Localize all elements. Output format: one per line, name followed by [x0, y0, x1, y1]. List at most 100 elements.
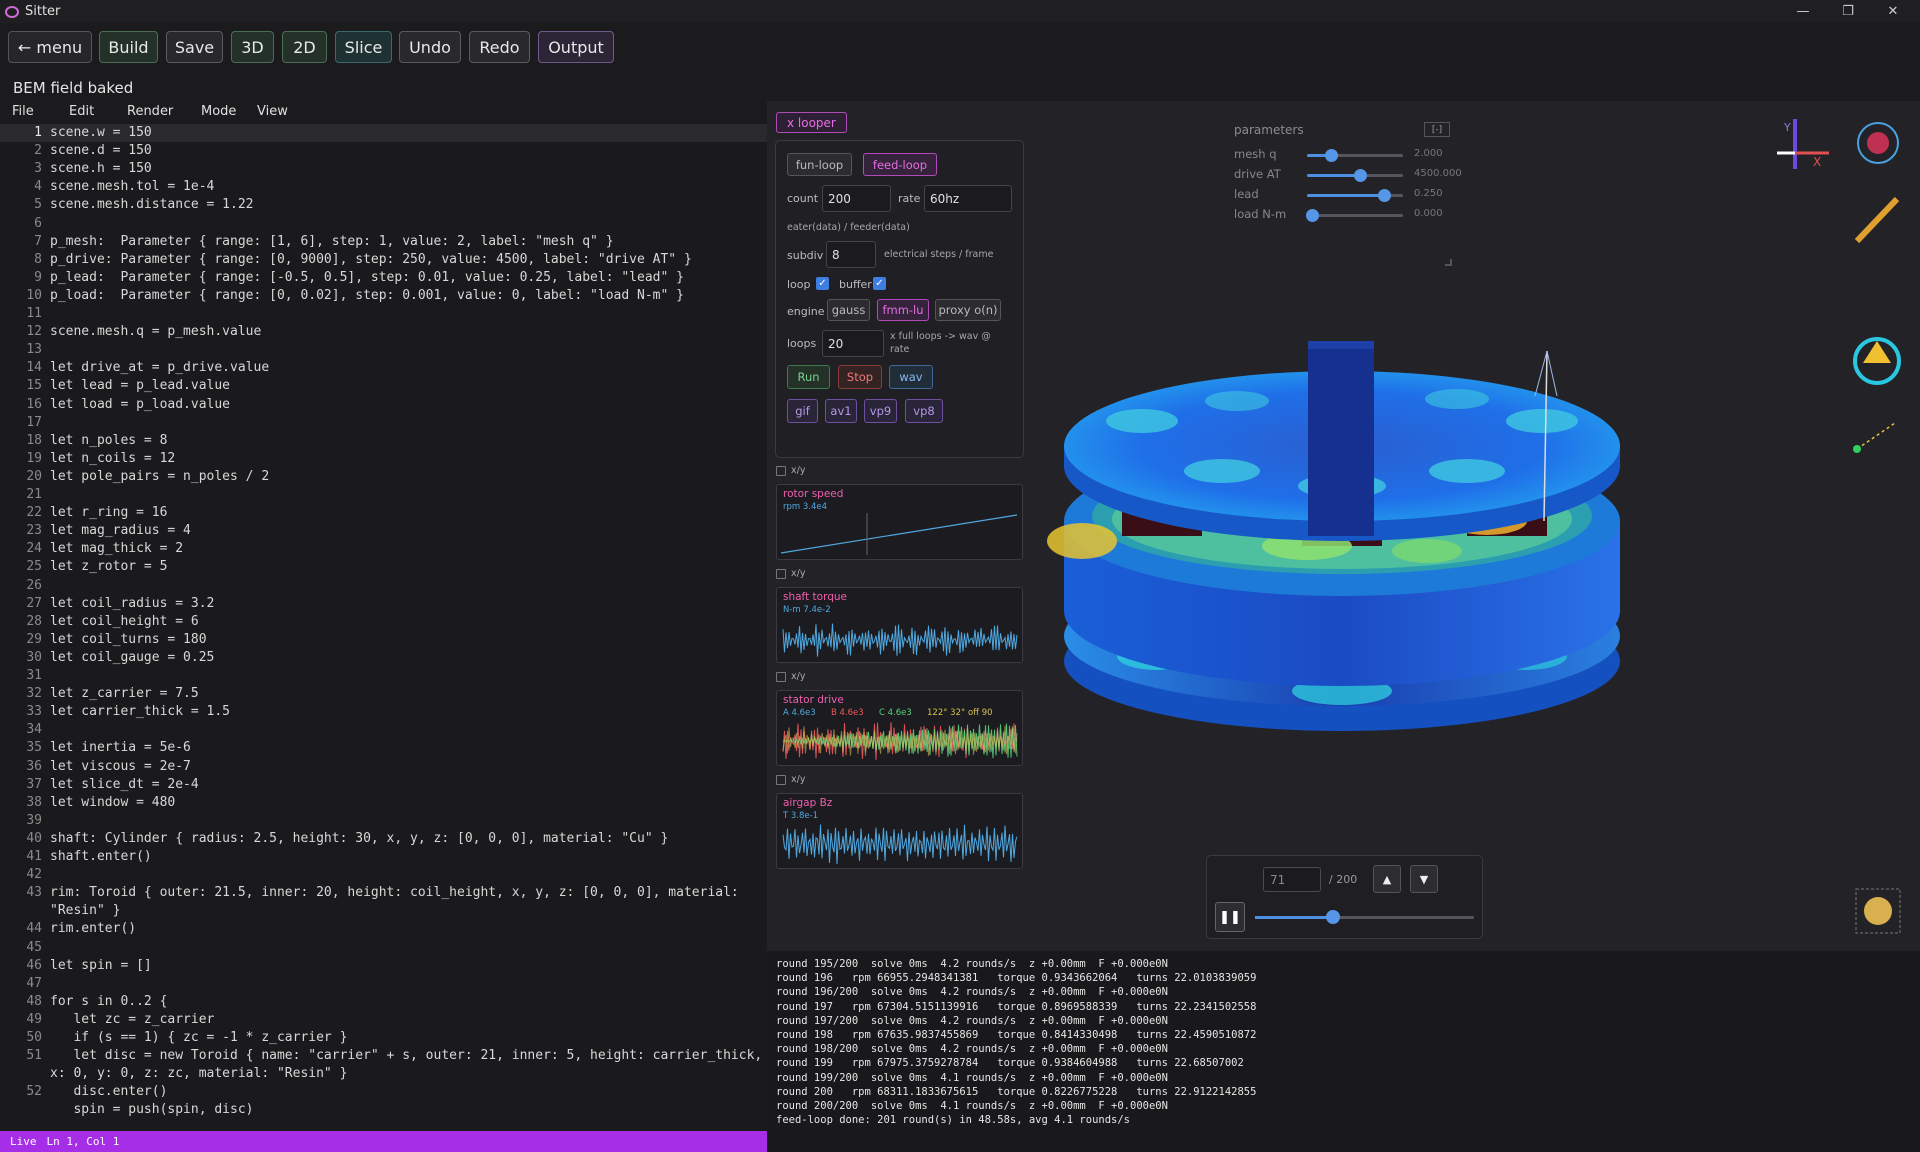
code-line[interactable]: 7 p_mesh: Parameter { range: [1, 6], step…: [0, 233, 767, 251]
parameter-slider-thumb[interactable]: [1378, 189, 1391, 202]
timeline-slider[interactable]: [1255, 910, 1474, 924]
code-line[interactable]: 49 let zc = z_carrier: [0, 1011, 767, 1029]
coil-tool-icon[interactable]: [1856, 196, 1900, 246]
code-line[interactable]: 24 let mag_thick = 2: [0, 540, 767, 558]
menu-mode[interactable]: Mode: [201, 104, 236, 119]
code-line[interactable]: "Resin" }: [0, 902, 767, 920]
code-line[interactable]: 12 scene.mesh.q = p_mesh.value: [0, 323, 767, 341]
pause-button[interactable]: ❚❚: [1215, 902, 1245, 932]
code-line[interactable]: 14 let drive_at = p_drive.value: [0, 359, 767, 377]
subdiv-input[interactable]: 8: [826, 241, 876, 268]
code-line[interactable]: 35 let inertia = 5e-6: [0, 739, 767, 757]
code-line[interactable]: 13: [0, 341, 767, 359]
count-input[interactable]: 200: [822, 185, 891, 212]
rate-input[interactable]: 60hz: [924, 185, 1012, 212]
code-line[interactable]: 11: [0, 305, 767, 323]
menu-file[interactable]: File: [12, 104, 34, 119]
wav-button[interactable]: wav: [889, 365, 933, 389]
vp8-button[interactable]: vp8: [905, 399, 943, 423]
code-line[interactable]: 30 let coil_gauge = 0.25: [0, 649, 767, 667]
frame-up-button[interactable]: ▲: [1373, 865, 1401, 893]
code-line[interactable]: 45: [0, 939, 767, 957]
code-line[interactable]: 25 let z_rotor = 5: [0, 558, 767, 576]
frame-down-button[interactable]: ▼: [1410, 865, 1438, 893]
object-thumbnail-icon[interactable]: [1856, 889, 1900, 933]
parameter-slider[interactable]: [1307, 189, 1403, 202]
code-line[interactable]: 32 let z_carrier = 7.5: [0, 685, 767, 703]
code-line[interactable]: 20 let pole_pairs = n_poles / 2: [0, 468, 767, 486]
menu-view[interactable]: View: [257, 104, 288, 119]
code-line[interactable]: 51 let disc = new Toroid { name: "carrie…: [0, 1047, 767, 1065]
code-line[interactable]: 15 let lead = p_lead.value: [0, 377, 767, 395]
code-line[interactable]: 38 let window = 480: [0, 794, 767, 812]
code-line[interactable]: 1 scene.w = 150: [0, 124, 767, 142]
code-line[interactable]: 26: [0, 577, 767, 595]
code-line[interactable]: 36 let viscous = 2e-7: [0, 758, 767, 776]
graph-xy-toggle[interactable]: x/y: [776, 671, 805, 682]
run-button[interactable]: Run: [787, 365, 830, 389]
stop-button[interactable]: Stop: [838, 365, 882, 389]
code-line[interactable]: 27 let coil_radius = 3.2: [0, 595, 767, 613]
code-line[interactable]: 42: [0, 866, 767, 884]
code-line[interactable]: 52 disc.enter(): [0, 1083, 767, 1101]
loop-checkbox[interactable]: ✓: [816, 277, 829, 290]
3d-button[interactable]: 3D: [231, 31, 274, 63]
code-line[interactable]: 9 p_lead: Parameter { range: [-0.5, 0.5],…: [0, 269, 767, 287]
code-line[interactable]: 37 let slice_dt = 2e-4: [0, 776, 767, 794]
code-line[interactable]: 19 let n_coils = 12: [0, 450, 767, 468]
code-line[interactable]: 34: [0, 721, 767, 739]
code-line[interactable]: 3 scene.h = 150: [0, 160, 767, 178]
code-line[interactable]: 41 shaft.enter(): [0, 848, 767, 866]
code-line[interactable]: 40 shaft: Cylinder { radius: 2.5, height:…: [0, 830, 767, 848]
code-line[interactable]: 5 scene.mesh.distance = 1.22: [0, 196, 767, 214]
code-line[interactable]: 48 for s in 0..2 {: [0, 993, 767, 1011]
frame-input[interactable]: 71: [1263, 867, 1321, 892]
loops-input[interactable]: 20: [822, 330, 884, 357]
code-line[interactable]: 10 p_load: Parameter { range: [0, 0.02], …: [0, 287, 767, 305]
code-line[interactable]: 17: [0, 414, 767, 432]
code-line[interactable]: 31: [0, 667, 767, 685]
code-line[interactable]: 46 let spin = []: [0, 957, 767, 975]
code-line[interactable]: 16 let load = p_load.value: [0, 396, 767, 414]
minimize-button[interactable]: —: [1783, 0, 1823, 23]
gif-button[interactable]: gif: [787, 399, 818, 423]
view-sphere-icon[interactable]: [1856, 121, 1900, 165]
engine-proxy-button[interactable]: proxy o(n): [935, 299, 1001, 321]
code-line[interactable]: 2 scene.d = 150: [0, 142, 767, 160]
code-line[interactable]: 8 p_drive: Parameter { range: [0, 9000], …: [0, 251, 767, 269]
code-line[interactable]: 33 let carrier_thick = 1.5: [0, 703, 767, 721]
engine-gauss-button[interactable]: gauss: [827, 299, 870, 321]
save-button[interactable]: Save: [166, 31, 223, 63]
code-line[interactable]: 47: [0, 975, 767, 993]
vp9-button[interactable]: vp9: [864, 399, 897, 423]
parameter-slider[interactable]: [1307, 169, 1403, 182]
parameter-slider-thumb[interactable]: [1325, 149, 1339, 162]
code-line[interactable]: 4 scene.mesh.tol = 1e-4: [0, 178, 767, 196]
code-line[interactable]: 43 rim: Toroid { outer: 21.5, inner: 20, …: [0, 884, 767, 902]
undo-button[interactable]: Undo: [399, 31, 461, 63]
code-line[interactable]: 6: [0, 215, 767, 233]
graph-stator-drive[interactable]: stator drive A 4.6e3 B 4.6e3 C 4.6e3 122…: [776, 690, 1023, 766]
parameter-slider[interactable]: [1306, 209, 1403, 222]
graph-xy-toggle[interactable]: x/y: [776, 568, 805, 579]
2d-button[interactable]: 2D: [282, 31, 327, 63]
redo-button[interactable]: Redo: [469, 31, 530, 63]
code-line[interactable]: 50 if (s == 1) { zc = -1 * z_carrier }: [0, 1029, 767, 1047]
menu-button[interactable]: ← menu: [8, 31, 92, 63]
parameter-slider-thumb[interactable]: [1354, 169, 1367, 182]
build-button[interactable]: Build: [99, 31, 158, 63]
parameter-slider-thumb[interactable]: [1306, 209, 1319, 222]
code-line[interactable]: 29 let coil_turns = 180: [0, 631, 767, 649]
code-line[interactable]: x: 0, y: 0, z: zc, material: "Resin" }: [0, 1065, 767, 1083]
graph-xy-toggle[interactable]: x/y: [776, 774, 805, 785]
close-button[interactable]: ✕: [1873, 0, 1913, 23]
code-line[interactable]: 39: [0, 812, 767, 830]
graph-airgap-bz[interactable]: airgap Bz T 3.8e-1: [776, 793, 1023, 869]
graph-xy-toggle[interactable]: x/y: [776, 465, 805, 476]
graph-rotor-speed[interactable]: rotor speed rpm 3.4e4: [776, 484, 1023, 560]
engine-fmm-button[interactable]: fmm-lu: [877, 299, 929, 321]
graph-shaft-torque[interactable]: shaft torque N-m 7.4e-2: [776, 587, 1023, 663]
code-line[interactable]: 21: [0, 486, 767, 504]
parameter-slider[interactable]: [1307, 149, 1403, 162]
menu-edit[interactable]: Edit: [69, 104, 94, 119]
